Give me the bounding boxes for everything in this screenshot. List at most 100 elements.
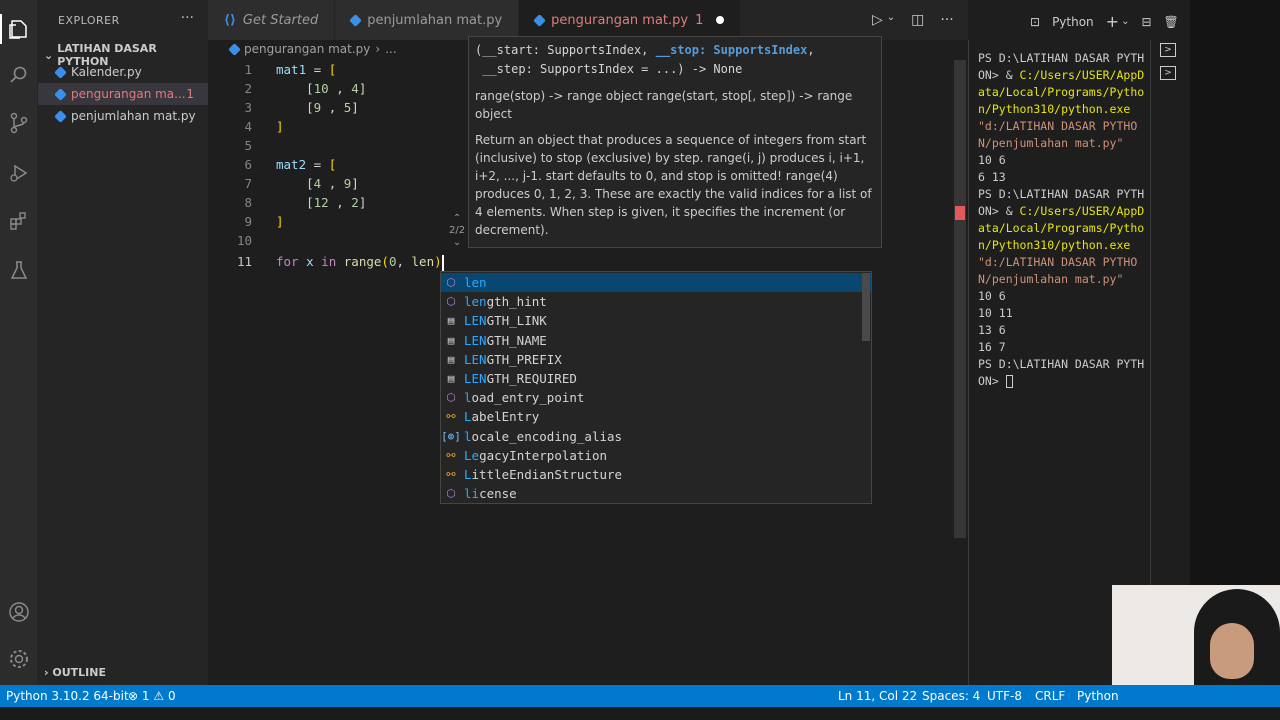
run-debug-icon[interactable]: [4, 158, 34, 188]
breadcrumb-file[interactable]: pengurangan mat.py: [244, 42, 370, 56]
tab-get-started[interactable]: ⟨⟩ Get Started: [208, 0, 336, 40]
search-icon[interactable]: [4, 60, 34, 90]
split-editor-icon[interactable]: ◫: [911, 12, 924, 28]
suggestion-item[interactable]: ⚯ LittleEndianStructure: [441, 465, 871, 484]
split-terminal-icon[interactable]: ⊟: [1141, 15, 1151, 29]
suggest-scrollbar[interactable]: [862, 273, 870, 341]
new-terminal-icon[interactable]: +: [1106, 12, 1119, 31]
terminal-instance-icon[interactable]: >: [1160, 43, 1176, 57]
line-code: [4 , 9]: [276, 176, 359, 191]
signature-part: (__start: SupportsIndex,: [475, 43, 656, 57]
chevron-down-icon[interactable]: ⌄: [887, 12, 895, 28]
suggestion-label: len: [464, 275, 487, 290]
suggestion-label: length_hint: [464, 294, 547, 310]
suggestion-label: license: [464, 486, 517, 502]
code-line-current: 11 for x in range(0, len): [208, 252, 948, 271]
file-item-penjumlahan[interactable]: penjumlahan mat.py: [38, 105, 208, 127]
class-icon: ⚯: [446, 448, 456, 462]
os-taskbar: [0, 707, 1280, 720]
line-number: 4: [244, 119, 252, 134]
suggestion-item[interactable]: ⚯ LabelEntry: [441, 407, 871, 426]
more-actions-icon[interactable]: ···: [181, 10, 194, 26]
testing-flask-icon[interactable]: [4, 255, 34, 285]
tab-label: pengurangan mat.py: [551, 12, 689, 28]
suggestion-item[interactable]: ⬡ length_hint: [441, 292, 871, 311]
suggestion-label: LENGTH_NAME: [464, 332, 547, 348]
suggestion-item[interactable]: ▤ LENGTH_NAME: [441, 331, 871, 350]
class-icon: ⚯: [446, 468, 456, 481]
file-name: pengurangan ma...: [71, 87, 186, 101]
active-parameter: __stop: SupportsIndex: [655, 43, 808, 57]
source-control-icon[interactable]: [4, 108, 34, 138]
sidebar-title: EXPLORER: [58, 14, 120, 27]
suggestion-item[interactable]: [⊚] locale_encoding_alias: [441, 427, 871, 446]
terminal-instance-icon[interactable]: >: [1160, 66, 1176, 80]
line-number: 1: [244, 62, 252, 77]
problems-indicator[interactable]: ⊗ 1 ⚠ 0: [128, 689, 176, 703]
suggestion-item[interactable]: ⚯ LegacyInterpolation: [441, 446, 871, 465]
encoding[interactable]: UTF-8: [987, 689, 1022, 703]
run-file-icon[interactable]: ▷: [872, 12, 883, 28]
language-mode[interactable]: Python: [1077, 689, 1119, 703]
chevron-down-icon: ⌄: [44, 48, 54, 62]
background-area: [1190, 0, 1280, 685]
editor-scrollbar[interactable]: [954, 60, 966, 538]
indentation[interactable]: Spaces: 4: [922, 689, 980, 703]
suggestion-label: LittleEndianStructure: [464, 467, 623, 482]
settings-gear-icon[interactable]: [4, 644, 34, 674]
terminal-cursor: [1005, 375, 1013, 388]
explorer-icon[interactable]: [0, 14, 34, 44]
variable-icon: [⊚]: [441, 429, 461, 443]
method-icon: ⬡: [446, 295, 456, 309]
line-number: 10: [236, 233, 252, 248]
file-item-kalender[interactable]: Kalender.py: [38, 61, 208, 83]
tab-penjumlahan[interactable]: penjumlahan mat.py: [335, 0, 520, 40]
enum-member-icon: ▤: [447, 352, 455, 366]
method-icon: ⬡: [446, 391, 456, 405]
trash-icon[interactable]: 🗑: [1164, 15, 1179, 29]
unsaved-dot-icon[interactable]: [716, 16, 725, 24]
more-actions-icon[interactable]: ···: [940, 12, 953, 28]
chevron-right-icon: ›: [44, 666, 49, 679]
line-code: for x in range(0, len): [276, 254, 444, 271]
overload-navigator[interactable]: ⌃ 2/2 ⌄: [449, 213, 465, 249]
tab-pengurangan[interactable]: pengurangan mat.py 1: [519, 0, 742, 40]
extensions-icon[interactable]: [4, 206, 34, 236]
method-icon: ⬡: [446, 276, 456, 289]
line-code: ]: [276, 119, 284, 134]
suggestion-item[interactable]: ▤ LENGTH_LINK: [441, 311, 871, 330]
python-interpreter[interactable]: Python 3.10.2 64-bit: [6, 689, 129, 703]
error-count: 1: [141, 689, 150, 703]
line-code: mat2 = [: [276, 157, 337, 172]
cursor-position[interactable]: Ln 11, Col 22: [838, 689, 917, 703]
python-file-icon: [54, 109, 67, 123]
terminal-name[interactable]: Python: [1052, 15, 1094, 29]
tab-label: Get Started: [242, 12, 319, 28]
outline-section[interactable]: › OUTLINE: [44, 666, 106, 679]
line-code: [9 , 5]: [276, 100, 359, 115]
python-file-icon: [228, 42, 241, 56]
account-icon[interactable]: [4, 597, 34, 627]
chevron-down-icon[interactable]: ⌄: [449, 237, 465, 249]
suggestion-item[interactable]: ⬡ load_entry_point: [441, 388, 871, 407]
warning-icon: ⚠: [153, 689, 165, 703]
line-ending[interactable]: CRLF: [1035, 689, 1065, 703]
error-marker: [955, 206, 965, 220]
suggestion-item[interactable]: ▤ LENGTH_PREFIX: [441, 350, 871, 369]
python-file-icon: [349, 13, 363, 27]
enum-member-icon: ▤: [447, 333, 455, 347]
activity-bar: [0, 0, 38, 685]
breadcrumb-more[interactable]: ...: [385, 42, 396, 56]
editor-tabs: ⟨⟩ Get Started penjumlahan mat.py pengur…: [208, 0, 968, 40]
warning-count: 0: [167, 689, 176, 703]
suggestion-item[interactable]: ⬡ license: [441, 484, 871, 503]
file-item-pengurangan[interactable]: pengurangan ma... 1: [38, 83, 208, 105]
chevron-down-icon[interactable]: ⌄: [1121, 16, 1129, 27]
suggest-widget: ⬡ len ⬡ length_hint ▤ LENGTH_LINK ▤ LENGTH_NAME…: [440, 271, 872, 504]
problem-count: 1: [186, 87, 194, 101]
line-number: 9: [244, 214, 252, 229]
suggestion-item[interactable]: ▤ LENGTH_REQUIRED: [441, 369, 871, 388]
breadcrumb: pengurangan mat.py › ...: [228, 42, 397, 56]
suggestion-item[interactable]: ⬡ len: [441, 273, 871, 292]
chevron-up-icon[interactable]: ⌃: [449, 213, 465, 225]
